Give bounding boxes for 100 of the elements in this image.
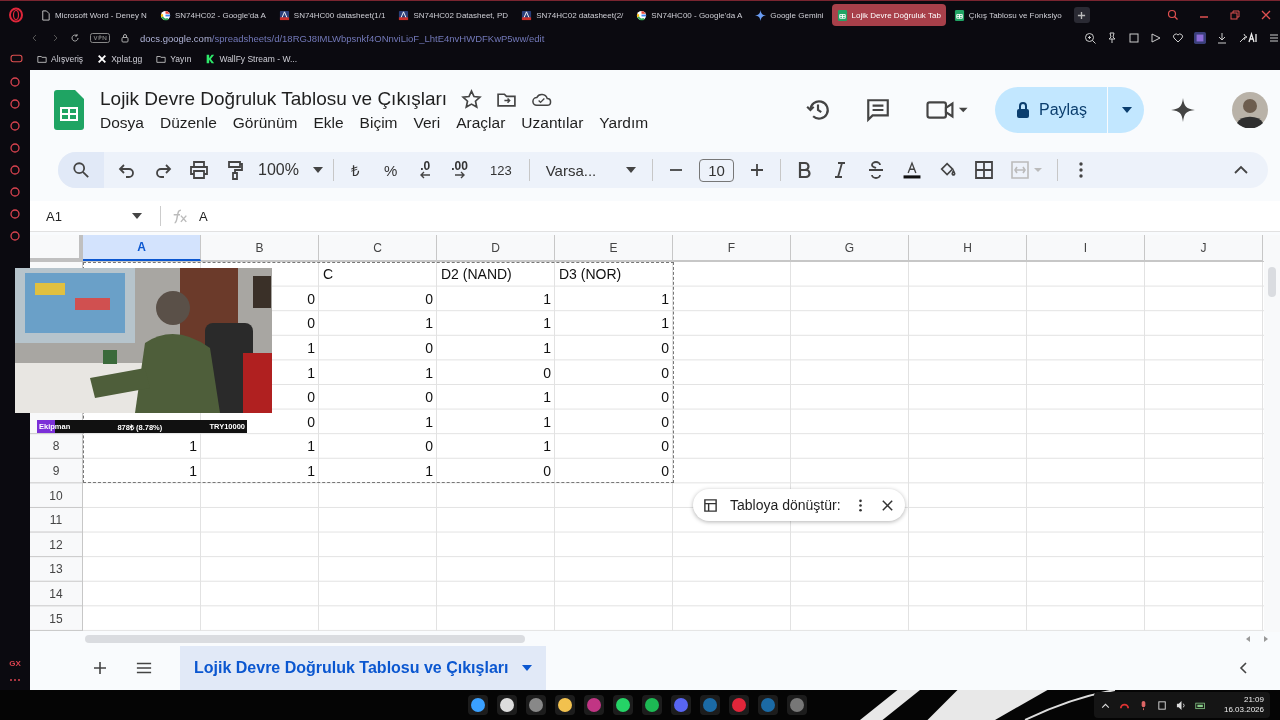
sidebar-app-icon[interactable] (9, 142, 21, 154)
table-cell: 1 (307, 438, 315, 455)
currency-format-button[interactable]: ₺ (343, 160, 367, 180)
menu-item[interactable]: Araçlar (456, 114, 506, 132)
add-sheet-icon[interactable] (92, 660, 108, 676)
menu-item[interactable]: Düzenle (159, 114, 217, 132)
zoom-icon[interactable] (1084, 32, 1096, 45)
browser-tab[interactable]: SN74HC02 datasheet(2/ (516, 4, 629, 27)
scroll-right-icon[interactable] (1262, 635, 1270, 643)
search-button[interactable] (58, 152, 104, 188)
menu-item[interactable]: Ekle (313, 114, 344, 132)
sidebar-app-icon[interactable] (9, 164, 21, 176)
menu-item[interactable]: Yardım (599, 114, 649, 132)
column-header[interactable]: D (437, 235, 555, 261)
scroll-left-icon[interactable] (1244, 635, 1252, 643)
spreadsheet-icon (953, 9, 965, 21)
row-header[interactable]: 10 (49, 488, 63, 503)
bookmark[interactable]: Yayın (156, 53, 192, 64)
column-header[interactable]: F (673, 235, 791, 261)
avatar[interactable] (1232, 92, 1268, 128)
column-header[interactable]: G (791, 235, 909, 261)
menu-item[interactable]: Uzantılar (521, 114, 584, 132)
name-box[interactable]: A1 (46, 208, 150, 224)
browser-tab[interactable]: Google Gemini (750, 4, 829, 27)
percent-format-button[interactable]: % (376, 161, 405, 179)
history-icon[interactable] (804, 97, 831, 123)
formula-field[interactable]: A (199, 208, 208, 224)
print-icon[interactable] (189, 160, 209, 180)
browser-tab[interactable]: Lojik Devre Doğruluk Tab (831, 4, 946, 27)
send-icon[interactable] (1150, 32, 1162, 45)
menu-icon[interactable] (1268, 32, 1280, 45)
sidebar-app-icon[interactable] (9, 98, 21, 110)
sidebar-app-icon[interactable] (9, 230, 21, 242)
row-header[interactable]: 8 (52, 439, 60, 454)
column-header[interactable]: A (83, 235, 201, 261)
font-size-field[interactable]: 10 (699, 158, 734, 182)
browser-tab[interactable]: SN74HC02 - Google'da A (154, 4, 271, 27)
restore-icon[interactable] (1229, 9, 1241, 22)
address-field[interactable]: docs.google.com/spreadsheets/d/18RGJ8IMLWbpsnkf4ONnviLioF_LhtE4nvHWDFKwP5ww/edit (140, 32, 545, 44)
number-format-button[interactable]: 123 (482, 162, 519, 178)
row-header[interactable]: 9 (52, 464, 60, 479)
battery-icon[interactable] (1194, 699, 1206, 711)
column-header[interactable]: J (1145, 235, 1263, 261)
star-icon[interactable] (461, 88, 483, 110)
increase-decimals-button[interactable]: .00 (446, 161, 473, 179)
document-title[interactable]: Lojik Devre Doğruluk Tablosu ve Çıkışları (100, 88, 448, 110)
ai-icon[interactable] (1238, 32, 1258, 45)
close-icon[interactable] (879, 497, 895, 513)
row-header[interactable]: 12 (49, 537, 63, 552)
browser-tab[interactable]: SN74HC02 Datasheet, PD (393, 4, 514, 27)
decrease-decimals-button[interactable]: .0 (414, 161, 437, 179)
horizontal-scrollbar[interactable] (85, 635, 525, 643)
sheet-tab[interactable]: Lojik Devre Doğruluk Tablosu ve Çıkışları (180, 646, 547, 690)
new-tab-button[interactable] (1073, 7, 1090, 24)
menu-item[interactable]: Biçim (359, 114, 398, 132)
spreadsheet-logo-icon[interactable] (54, 90, 84, 130)
text-color-icon[interactable] (901, 160, 922, 180)
menu-item[interactable]: Veri (413, 114, 441, 132)
spreadsheet-icon (836, 9, 848, 21)
app-icon[interactable] (525, 694, 547, 716)
bookmark[interactable]: Xplat.gg (97, 53, 143, 64)
sidebar-app-icon[interactable] (9, 208, 21, 220)
column-header[interactable]: I (1027, 235, 1145, 261)
pin-icon[interactable] (1106, 32, 1118, 45)
row-header[interactable]: 13 (49, 562, 63, 577)
close-icon[interactable] (1260, 9, 1272, 22)
bookmark[interactable]: WallFy Stream - W... (205, 53, 298, 64)
comment-icon[interactable] (864, 97, 891, 123)
left-arrow-icon (419, 171, 432, 179)
download-icon[interactable] (1216, 32, 1228, 45)
column-header[interactable]: C (319, 235, 437, 261)
sheet-list-icon[interactable] (136, 660, 152, 676)
row-header[interactable]: 14 (49, 587, 63, 601)
share-button[interactable]: Paylaş (994, 87, 1144, 133)
heart-icon[interactable] (1172, 32, 1184, 45)
vpn-icon[interactable] (90, 33, 110, 44)
reload-icon[interactable] (70, 33, 80, 44)
column-header[interactable]: H (909, 235, 1027, 261)
bookmark[interactable]: Alışveriş (37, 53, 84, 64)
browser-tab[interactable]: SN74HC00 - Google'da A (631, 4, 748, 27)
row-header[interactable]: 15 (49, 611, 63, 626)
browser-tab[interactable]: Microsoft Word - Deney N (35, 4, 152, 27)
borders-icon[interactable] (973, 160, 994, 180)
speaker-icon[interactable] (1175, 699, 1187, 711)
extension-icon[interactable] (1194, 32, 1206, 45)
browser-tab[interactable]: Çıkış Tablosu ve Fonksiyo (948, 4, 1067, 27)
browser-tab[interactable]: SN74HC00 datasheet(1/1 (273, 4, 391, 27)
zoom-dropdown[interactable]: 100% (258, 161, 323, 179)
sidebar-app-icon[interactable] (9, 186, 21, 198)
row-header[interactable]: 11 (49, 513, 63, 528)
sidebar-app-icon[interactable] (9, 120, 21, 132)
font-dropdown[interactable]: Varsa... (539, 161, 643, 179)
menu-item[interactable]: Dosya (100, 114, 144, 132)
column-header[interactable]: B (201, 235, 319, 261)
convert-to-table-button[interactable]: Tabloya dönüştür: (730, 497, 841, 513)
browser-logo-icon[interactable] (8, 7, 24, 24)
column-header[interactable]: E (555, 235, 673, 261)
sidebar-app-icon[interactable] (9, 76, 21, 88)
menu-item[interactable]: Görünüm (232, 114, 298, 132)
paint-roller-icon[interactable] (225, 160, 245, 180)
